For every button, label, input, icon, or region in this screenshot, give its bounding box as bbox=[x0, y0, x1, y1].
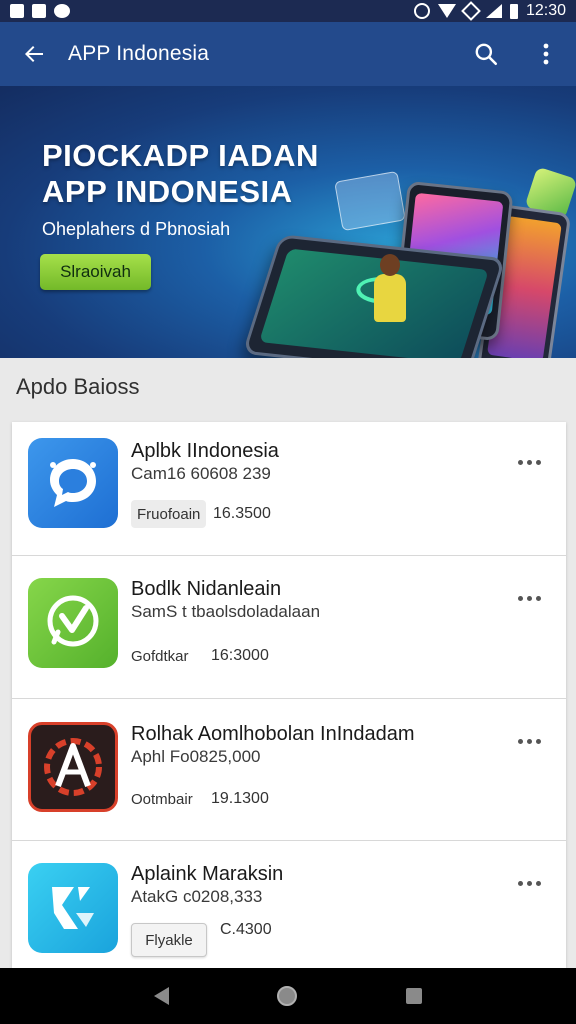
signal-icon bbox=[485, 4, 502, 18]
search-button[interactable] bbox=[456, 22, 516, 86]
search-icon bbox=[475, 43, 498, 66]
app-name: Rolhak Aomlhobolan InIndadam bbox=[131, 723, 415, 745]
more-options-button[interactable] bbox=[512, 873, 546, 893]
banner-cta-button[interactable]: Slraoivah bbox=[40, 254, 151, 290]
status-bar: 12:30 bbox=[0, 0, 576, 22]
battery-icon bbox=[509, 3, 518, 19]
overflow-menu-button[interactable] bbox=[516, 22, 576, 86]
app-name: Aplaink Maraksin bbox=[131, 863, 284, 885]
list-item[interactable]: Aplbk IIndonesia Cam16 60608 239 Fruofoa… bbox=[12, 422, 566, 556]
status-notifications bbox=[10, 4, 70, 18]
app-value: 16:3000 bbox=[211, 647, 269, 664]
app-bar-title: APP Indonesia bbox=[68, 42, 210, 65]
floating-card-graphic bbox=[334, 170, 406, 232]
chat-bubble-icon bbox=[28, 438, 118, 528]
promo-banner[interactable]: PIOCKADP IADAN APP INDONESIA Oheplahers … bbox=[0, 86, 576, 358]
list-item[interactable]: Bodlk Nidanleain SamS t tbaolsdoladalaan… bbox=[12, 556, 566, 699]
app-name: Bodlk Nidanleain bbox=[131, 578, 282, 600]
back-button[interactable] bbox=[0, 22, 68, 86]
banner-title-line1: PIOCKADP IADAN bbox=[42, 138, 319, 173]
app-category-chip[interactable]: Gofdtkar bbox=[131, 642, 189, 670]
more-options-button[interactable] bbox=[512, 731, 546, 751]
section-title: Apdo Baioss bbox=[16, 374, 140, 399]
letter-a-gear-icon bbox=[28, 722, 118, 812]
app-meta: SamS t tbaolsdoladalaan bbox=[131, 602, 321, 621]
person-illustration bbox=[372, 254, 406, 324]
more-options-button[interactable] bbox=[512, 452, 546, 472]
app-meta: AtakG c0208,333 bbox=[131, 887, 263, 906]
more-vertical-icon bbox=[543, 43, 549, 65]
nav-back-icon[interactable] bbox=[154, 987, 170, 1005]
list-item[interactable]: Rolhak Aomlhobolan InIndadam Aphl Fo0825… bbox=[12, 699, 566, 841]
banner-title-line2: APP INDONESIA bbox=[42, 174, 293, 209]
sim-card-icon bbox=[10, 4, 24, 18]
status-system: 12:30 bbox=[413, 1, 566, 21]
list-item[interactable]: Aplaink Maraksin AtakG c0208,333 Flyakle… bbox=[12, 841, 566, 968]
banner-title: PIOCKADP IADAN APP INDONESIA bbox=[42, 138, 319, 210]
arrow-left-icon bbox=[25, 46, 43, 62]
app-meta: Cam16 60608 239 bbox=[131, 464, 271, 483]
more-options-button[interactable] bbox=[512, 588, 546, 608]
app-category-chip[interactable]: Ootmbair bbox=[131, 785, 193, 813]
checkmark-bubble-icon bbox=[28, 578, 118, 668]
nav-recents-icon[interactable] bbox=[405, 988, 422, 1004]
app-category-button[interactable]: Flyakle bbox=[131, 923, 207, 957]
app-category-chip[interactable]: Fruofoain bbox=[131, 500, 207, 528]
sync-icon bbox=[54, 4, 70, 18]
nav-home-icon[interactable] bbox=[277, 986, 298, 1006]
status-time: 12:30 bbox=[525, 2, 566, 19]
mail-icon bbox=[32, 4, 46, 18]
banner-subtitle: Oheplahers d Pbnosiah bbox=[42, 219, 231, 239]
app-list: Aplbk IIndonesia Cam16 60608 239 Fruofoa… bbox=[12, 422, 566, 968]
alarm-icon bbox=[413, 3, 430, 19]
app-value: 16.3500 bbox=[213, 505, 271, 522]
app-name: Aplbk IIndonesia bbox=[131, 440, 279, 462]
k-arrow-icon bbox=[28, 863, 118, 953]
vibrate-icon bbox=[461, 1, 481, 21]
wifi-icon bbox=[437, 4, 456, 18]
app-value: 19.1300 bbox=[211, 790, 269, 807]
system-nav-bar bbox=[0, 968, 576, 1024]
app-meta: Aphl Fo0825,000 bbox=[131, 747, 261, 766]
app-bar: APP Indonesia bbox=[0, 22, 576, 86]
app-value: C.4300 bbox=[220, 921, 272, 938]
